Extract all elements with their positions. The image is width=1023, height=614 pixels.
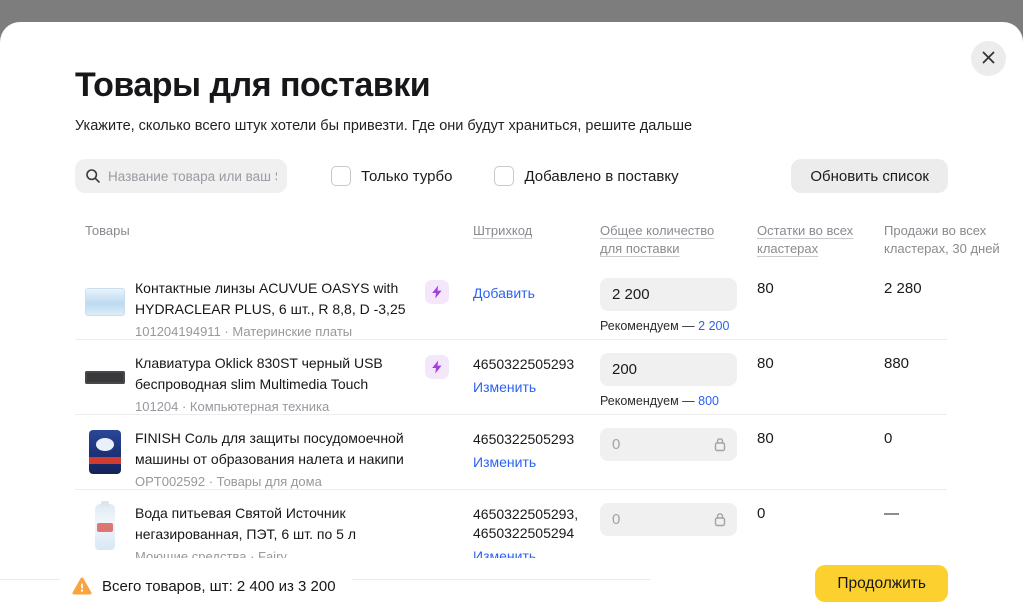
recommend-row: Рекомендуем — 800 bbox=[600, 394, 757, 408]
turbo-icon bbox=[425, 280, 449, 304]
barcode-cell: 4650322505293 Изменить bbox=[473, 428, 600, 490]
barcode-value: 4650322505293 bbox=[473, 430, 591, 449]
column-header-sales: Продажи во всех кластерах, 30 дней bbox=[884, 222, 1023, 258]
product-name: Контактные линзы ACUVUE OASYS with HYDRA… bbox=[135, 278, 417, 320]
quantity-input[interactable] bbox=[612, 286, 727, 303]
product-cell: Клавиатура Oklick 830ST черный USB беспр… bbox=[75, 353, 425, 415]
product-name: FINISH Соль для защиты посудомоечной маш… bbox=[135, 428, 417, 470]
page-subtitle: Укажите, сколько всего штук хотели бы пр… bbox=[75, 118, 1023, 134]
product-name: Клавиатура Oklick 830ST черный USB беспр… bbox=[135, 353, 417, 395]
product-image bbox=[85, 353, 125, 401]
lock-icon bbox=[713, 437, 727, 452]
checkbox-icon[interactable] bbox=[331, 166, 351, 186]
barcode-value: 4650322505293, 4650322505294 bbox=[473, 505, 591, 543]
barcode-action-link[interactable]: Изменить bbox=[473, 378, 536, 397]
page-title: Товары для поставки bbox=[75, 66, 1023, 105]
warning-icon bbox=[72, 577, 92, 596]
quantity-input-box bbox=[600, 428, 737, 461]
recommend-value-link[interactable]: 2 200 bbox=[698, 319, 729, 333]
table-row: Контактные линзы ACUVUE OASYS with HYDRA… bbox=[75, 265, 1023, 340]
total-summary: Всего товаров, шт: 2 400 из 3 200 bbox=[60, 558, 352, 614]
total-label: Всего товаров, шт: 2 400 из 3 200 bbox=[102, 578, 336, 595]
product-meta: OPT002592 · Товары для дома bbox=[135, 474, 417, 489]
product-image bbox=[85, 503, 125, 551]
close-button[interactable] bbox=[971, 41, 1006, 76]
modal-footer: Всего товаров, шт: 2 400 из 3 200 Продол… bbox=[0, 558, 1023, 614]
checkbox-icon[interactable] bbox=[494, 166, 514, 186]
page-backdrop bbox=[0, 0, 1023, 22]
column-header-products: Товары bbox=[75, 222, 425, 258]
stock-value: 80 bbox=[757, 428, 884, 490]
search-icon bbox=[85, 168, 101, 184]
quantity-input bbox=[612, 436, 713, 453]
column-header-stock[interactable]: Остатки во всех кластерах bbox=[757, 222, 869, 258]
quantity-input bbox=[612, 511, 713, 528]
quantity-cell: Рекомендуем — bbox=[600, 503, 757, 566]
recommend-row: Рекомендуем — 2 200 bbox=[600, 319, 757, 333]
barcode-action-link[interactable]: Добавить bbox=[473, 284, 535, 303]
stock-value: 80 bbox=[757, 278, 884, 340]
quantity-input-box bbox=[600, 503, 737, 536]
recommend-value-link[interactable]: 800 bbox=[698, 394, 719, 408]
column-header-quantity[interactable]: Общее количество для поставки bbox=[600, 222, 740, 258]
barcode-action-link[interactable]: Изменить bbox=[473, 453, 536, 472]
product-cell: Контактные линзы ACUVUE OASYS with HYDRA… bbox=[75, 278, 425, 340]
table-row: FINISH Соль для защиты посудомоечной маш… bbox=[75, 415, 1023, 490]
supply-products-modal: Товары для поставки Укажите, сколько все… bbox=[0, 22, 1023, 614]
search-input[interactable] bbox=[108, 169, 277, 184]
toolbar: Только турбо Добавлено в поставку Обнови… bbox=[75, 159, 948, 193]
stock-value: 80 bbox=[757, 353, 884, 415]
table-row: Клавиатура Oklick 830ST черный USB беспр… bbox=[75, 340, 1023, 415]
turbo-filter-label: Только турбо bbox=[361, 168, 452, 185]
added-filter-label: Добавлено в поставку bbox=[524, 168, 678, 185]
close-icon bbox=[982, 51, 995, 67]
quantity-input-box[interactable] bbox=[600, 278, 737, 311]
product-name: Вода питьевая Святой Источник негазирова… bbox=[135, 503, 417, 545]
turbo-icon bbox=[425, 355, 449, 379]
sales-value: — bbox=[884, 503, 1023, 566]
sales-value: 0 bbox=[884, 428, 1023, 490]
turbo-filter-checkbox[interactable]: Только турбо bbox=[331, 166, 452, 186]
table-row: Вода питьевая Святой Источник негазирова… bbox=[75, 490, 1023, 565]
continue-button[interactable]: Продолжить bbox=[815, 565, 948, 602]
screen: Товары для поставки Укажите, сколько все… bbox=[0, 0, 1023, 614]
column-header-barcode[interactable]: Штрихкод bbox=[473, 222, 543, 258]
column-header-spacer bbox=[425, 222, 473, 258]
quantity-cell: Рекомендуем — 2 200 bbox=[600, 278, 757, 340]
lock-icon bbox=[713, 512, 727, 527]
barcode-cell: 4650322505293 Изменить bbox=[473, 353, 600, 415]
quantity-input[interactable] bbox=[612, 361, 727, 378]
product-meta: 101204194911 · Материнские платы bbox=[135, 324, 417, 339]
product-meta: 101204 · Компьютерная техника bbox=[135, 399, 417, 414]
table-header: Товары Штрихкод Общее количество для пос… bbox=[75, 222, 1023, 258]
product-image bbox=[85, 278, 125, 326]
product-table: Контактные линзы ACUVUE OASYS with HYDRA… bbox=[75, 265, 1023, 565]
added-filter-checkbox[interactable]: Добавлено в поставку bbox=[494, 166, 678, 186]
modal-content: Товары для поставки Укажите, сколько все… bbox=[0, 22, 1023, 565]
product-cell: FINISH Соль для защиты посудомоечной маш… bbox=[75, 428, 425, 490]
refresh-list-button[interactable]: Обновить список bbox=[791, 159, 948, 193]
product-image bbox=[85, 428, 125, 476]
quantity-cell: Рекомендуем — bbox=[600, 428, 757, 490]
quantity-input-box[interactable] bbox=[600, 353, 737, 386]
search-box[interactable] bbox=[75, 159, 287, 193]
sales-value: 2 280 bbox=[884, 278, 1023, 340]
barcode-value: 4650322505293 bbox=[473, 355, 591, 374]
barcode-cell: Добавить bbox=[473, 278, 600, 340]
product-cell: Вода питьевая Святой Источник негазирова… bbox=[75, 503, 425, 566]
barcode-cell: 4650322505293, 4650322505294 Изменить bbox=[473, 503, 600, 566]
stock-value: 0 bbox=[757, 503, 884, 566]
quantity-cell: Рекомендуем — 800 bbox=[600, 353, 757, 415]
sales-value: 880 bbox=[884, 353, 1023, 415]
